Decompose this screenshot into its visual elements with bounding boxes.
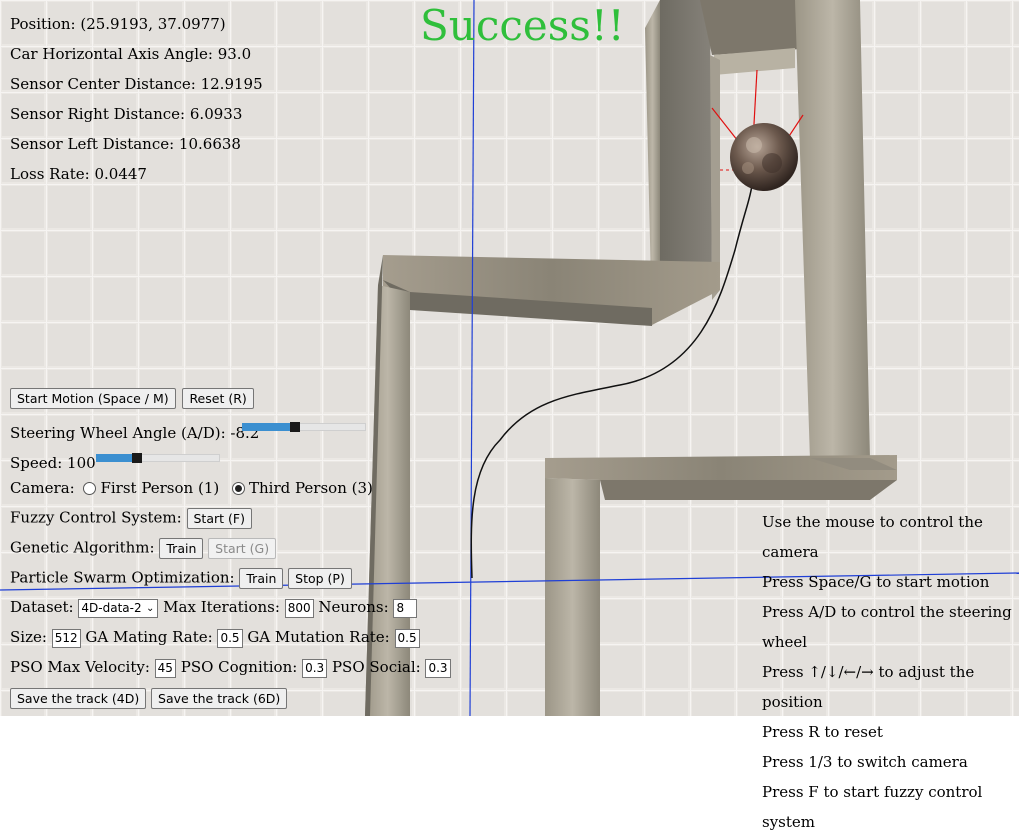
pso-max-velocity-label: PSO Max Velocity:	[10, 658, 150, 676]
help-line: Press 1/3 to switch camera	[762, 753, 968, 771]
camera-third-label: Third Person (3)	[249, 479, 373, 497]
neurons-label: Neurons:	[318, 598, 389, 616]
steering-slider[interactable]	[242, 422, 366, 432]
camera-third-radio[interactable]	[232, 481, 245, 495]
camera-label: Camera:	[10, 479, 75, 497]
help-line: Use the mouse to control the camera	[762, 513, 983, 561]
dataset-label: Dataset:	[10, 598, 74, 616]
ga-start-button[interactable]: Start (G)	[208, 538, 277, 559]
ga-train-button[interactable]: Train	[159, 538, 204, 559]
pso-social-input[interactable]: 0.3	[425, 658, 451, 678]
fuzzy-label: Fuzzy Control System:	[10, 508, 182, 527]
ga-label: Genetic Algorithm:	[10, 538, 155, 557]
ga-mating-label: GA Mating Rate:	[85, 628, 213, 646]
pso-train-button[interactable]: Train	[239, 568, 284, 589]
pso-label: Particle Swarm Optimization:	[10, 568, 235, 587]
help-line: Press A/D to control the steering wheel	[762, 603, 1012, 651]
reset-button[interactable]: Reset (R)	[182, 388, 254, 409]
pso-stop-button[interactable]: Stop (P)	[288, 568, 352, 589]
max-iterations-input[interactable]: 800	[284, 598, 314, 618]
ga-mutation-input[interactable]: 0.5	[394, 628, 420, 648]
dataset-select[interactable]: 4D-data-2 ⌄	[78, 598, 159, 618]
angle-readout: Car Horizontal Axis Angle: 93.0	[10, 45, 252, 63]
sensor-left-readout: Sensor Left Distance: 10.6638	[10, 135, 241, 153]
success-banner: Success!!	[420, 1, 625, 50]
camera-first-radio[interactable]	[83, 481, 97, 495]
save-track-4d-button[interactable]: Save the track (4D)	[10, 688, 147, 709]
pso-cognition-input[interactable]: 0.3	[302, 658, 328, 678]
help-panel: Use the mouse to control the camera Pres…	[762, 507, 1019, 837]
pso-max-velocity-input[interactable]: 45	[154, 658, 176, 678]
ga-mutation-label: GA Mutation Rate:	[247, 628, 390, 646]
save-track-6d-button[interactable]: Save the track (6D)	[151, 688, 288, 709]
help-line: Press F to start fuzzy control system	[762, 783, 983, 831]
ga-mating-input[interactable]: 0.5	[217, 628, 243, 648]
telemetry-panel: Position: (25.9193, 37.0977) Car Horizon…	[10, 9, 263, 189]
sensor-center-readout: Sensor Center Distance: 12.9195	[10, 75, 263, 93]
size-input[interactable]: 512	[51, 628, 81, 648]
sensor-right-readout: Sensor Right Distance: 6.0933	[10, 105, 243, 123]
loss-rate-readout: Loss Rate: 0.0447	[10, 165, 147, 183]
camera-first-label: First Person (1)	[100, 479, 220, 497]
steering-label: Steering Wheel Angle (A/D): -8.2	[10, 424, 260, 442]
pso-social-label: PSO Social:	[331, 658, 421, 676]
speed-slider[interactable]	[96, 453, 220, 463]
help-line: Press ↑/↓/←/→ to adjust the position	[762, 663, 975, 711]
help-line: Press Space/G to start motion	[762, 573, 990, 591]
fuzzy-start-button[interactable]: Start (F)	[186, 508, 252, 529]
speed-label: Speed: 100	[10, 454, 96, 472]
pso-cognition-label: PSO Cognition:	[180, 658, 298, 676]
max-iterations-label: Max Iterations:	[163, 598, 280, 616]
help-line: Press R to reset	[762, 723, 883, 741]
position-readout: Position: (25.9193, 37.0977)	[10, 15, 226, 33]
start-motion-button[interactable]: Start Motion (Space / M)	[10, 388, 176, 409]
size-label: Size:	[10, 628, 47, 646]
chevron-down-icon: ⌄	[146, 602, 155, 614]
neurons-input[interactable]: 8	[393, 598, 418, 618]
dataset-value: 4D-data-2	[81, 600, 142, 615]
